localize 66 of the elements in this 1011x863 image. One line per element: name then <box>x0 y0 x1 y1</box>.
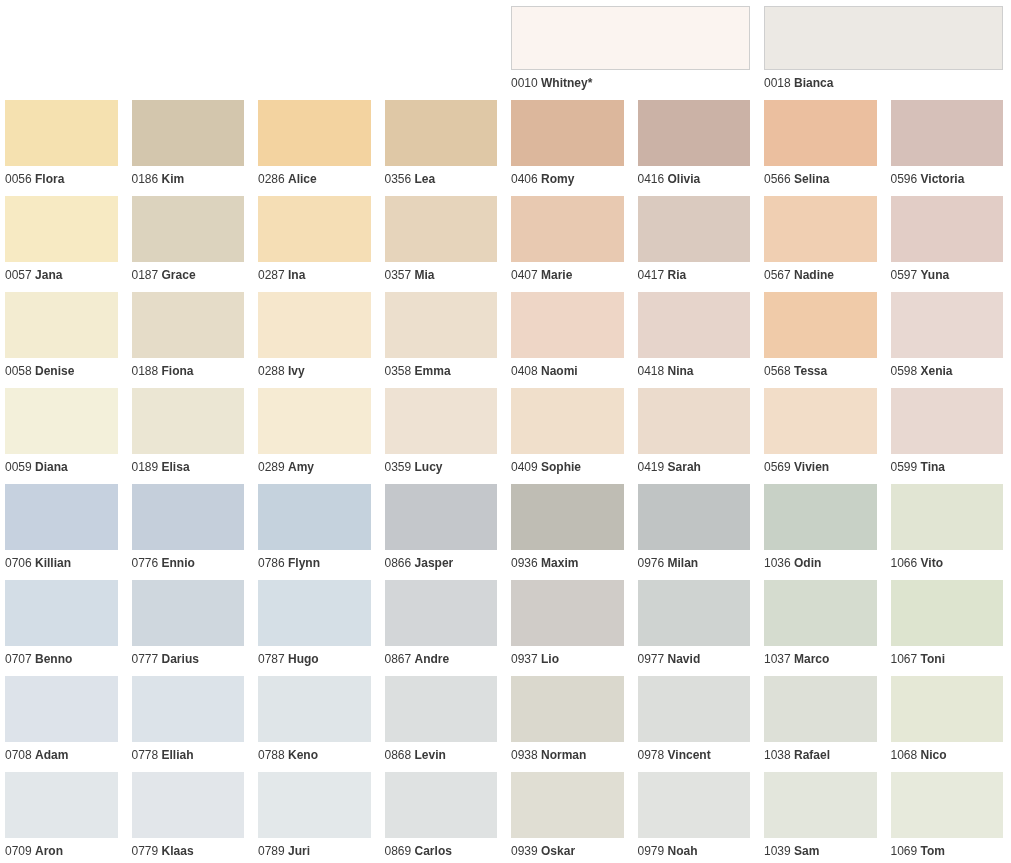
swatch-label: 0188 Fiona <box>131 363 194 379</box>
swatch-label: 0777 Darius <box>131 651 199 667</box>
swatch-label: 0868 Levin <box>384 747 446 763</box>
swatch-label: 0409 Sophie <box>511 459 582 475</box>
swatch-label: 0288 Ivy <box>258 363 305 379</box>
swatch-label: 0356 Lea <box>384 171 436 187</box>
swatch-label: 0566 Selina <box>764 171 830 187</box>
swatch-label: 0286 Alice <box>258 171 317 187</box>
swatch-label: 0568 Tessa <box>764 363 828 379</box>
swatch-label: 0407 Marie <box>511 267 573 283</box>
swatch-label: 0418 Nina <box>637 363 694 379</box>
swatch-label: 0359 Lucy <box>384 459 443 475</box>
swatch-label: 0189 Elisa <box>131 459 190 475</box>
swatch-label: 0786 Flynn <box>258 555 321 571</box>
swatch-label: 0010 Whitney* <box>511 75 593 91</box>
swatch-label: 0597 Yuna <box>890 267 950 283</box>
swatch-label: 0186 Kim <box>131 171 185 187</box>
swatch-label: 0056 Flora <box>5 171 65 187</box>
swatch-label: 1036 Odin <box>764 555 822 571</box>
swatch-label: 0289 Amy <box>258 459 315 475</box>
swatch-label: 0707 Benno <box>5 651 73 667</box>
swatch-label: 0938 Norman <box>511 747 587 763</box>
swatch-label: 1039 Sam <box>764 843 820 859</box>
swatch-label: 0598 Xenia <box>890 363 953 379</box>
swatch-label: 0416 Olivia <box>637 171 701 187</box>
swatch-label: 0708 Adam <box>5 747 69 763</box>
swatch-label: 0709 Aron <box>5 843 64 859</box>
swatch-label: 0018 Bianca <box>764 75 834 91</box>
swatch-label: 0789 Juri <box>258 843 311 859</box>
swatch-label: 0057 Jana <box>5 267 63 283</box>
swatch-label: 0287 Ina <box>258 267 306 283</box>
swatch-label: 0357 Mia <box>384 267 435 283</box>
swatch-label: 0778 Elliah <box>131 747 194 763</box>
swatch-label: 0788 Keno <box>258 747 319 763</box>
swatch-label: 1068 Nico <box>890 747 947 763</box>
swatch-label: 0417 Ria <box>637 267 687 283</box>
swatch-label: 0419 Sarah <box>637 459 701 475</box>
swatch-label: 1069 Tom <box>890 843 945 859</box>
swatch-label: 0706 Killian <box>5 555 72 571</box>
swatch-label: 0569 Vivien <box>764 459 830 475</box>
swatch-label: 0936 Maxim <box>511 555 579 571</box>
swatch-label: 0599 Tina <box>890 459 945 475</box>
swatch-label: 0779 Klaas <box>131 843 194 859</box>
swatch-label: 0596 Victoria <box>890 171 965 187</box>
swatch-label: 0406 Romy <box>511 171 575 187</box>
swatch-label: 0776 Ennio <box>131 555 195 571</box>
swatch-label: 0358 Emma <box>384 363 451 379</box>
swatch-label: 0869 Carlos <box>384 843 452 859</box>
swatch-label: 1067 Toni <box>890 651 945 667</box>
swatch-label: 0567 Nadine <box>764 267 835 283</box>
swatch-label: 0187 Grace <box>131 267 196 283</box>
swatch-label: 0976 Milan <box>637 555 699 571</box>
swatch-label: 0787 Hugo <box>258 651 319 667</box>
swatch-label: 0408 Naomi <box>511 363 578 379</box>
swatch-label: 1066 Vito <box>890 555 943 571</box>
swatch-label: 1038 Rafael <box>764 747 831 763</box>
swatch-label: 0867 Andre <box>384 651 450 667</box>
swatch-label: 0977 Navid <box>637 651 701 667</box>
swatch-label: 1037 Marco <box>764 651 830 667</box>
swatch-label: 0058 Denise <box>5 363 75 379</box>
swatch-label: 0939 Oskar <box>511 843 576 859</box>
swatch-label: 0978 Vincent <box>637 747 711 763</box>
swatch-label: 0059 Diana <box>5 459 68 475</box>
swatch-label: 0979 Noah <box>637 843 698 859</box>
swatch-label: 0866 Jasper <box>384 555 454 571</box>
swatch-label: 0937 Lio <box>511 651 560 667</box>
